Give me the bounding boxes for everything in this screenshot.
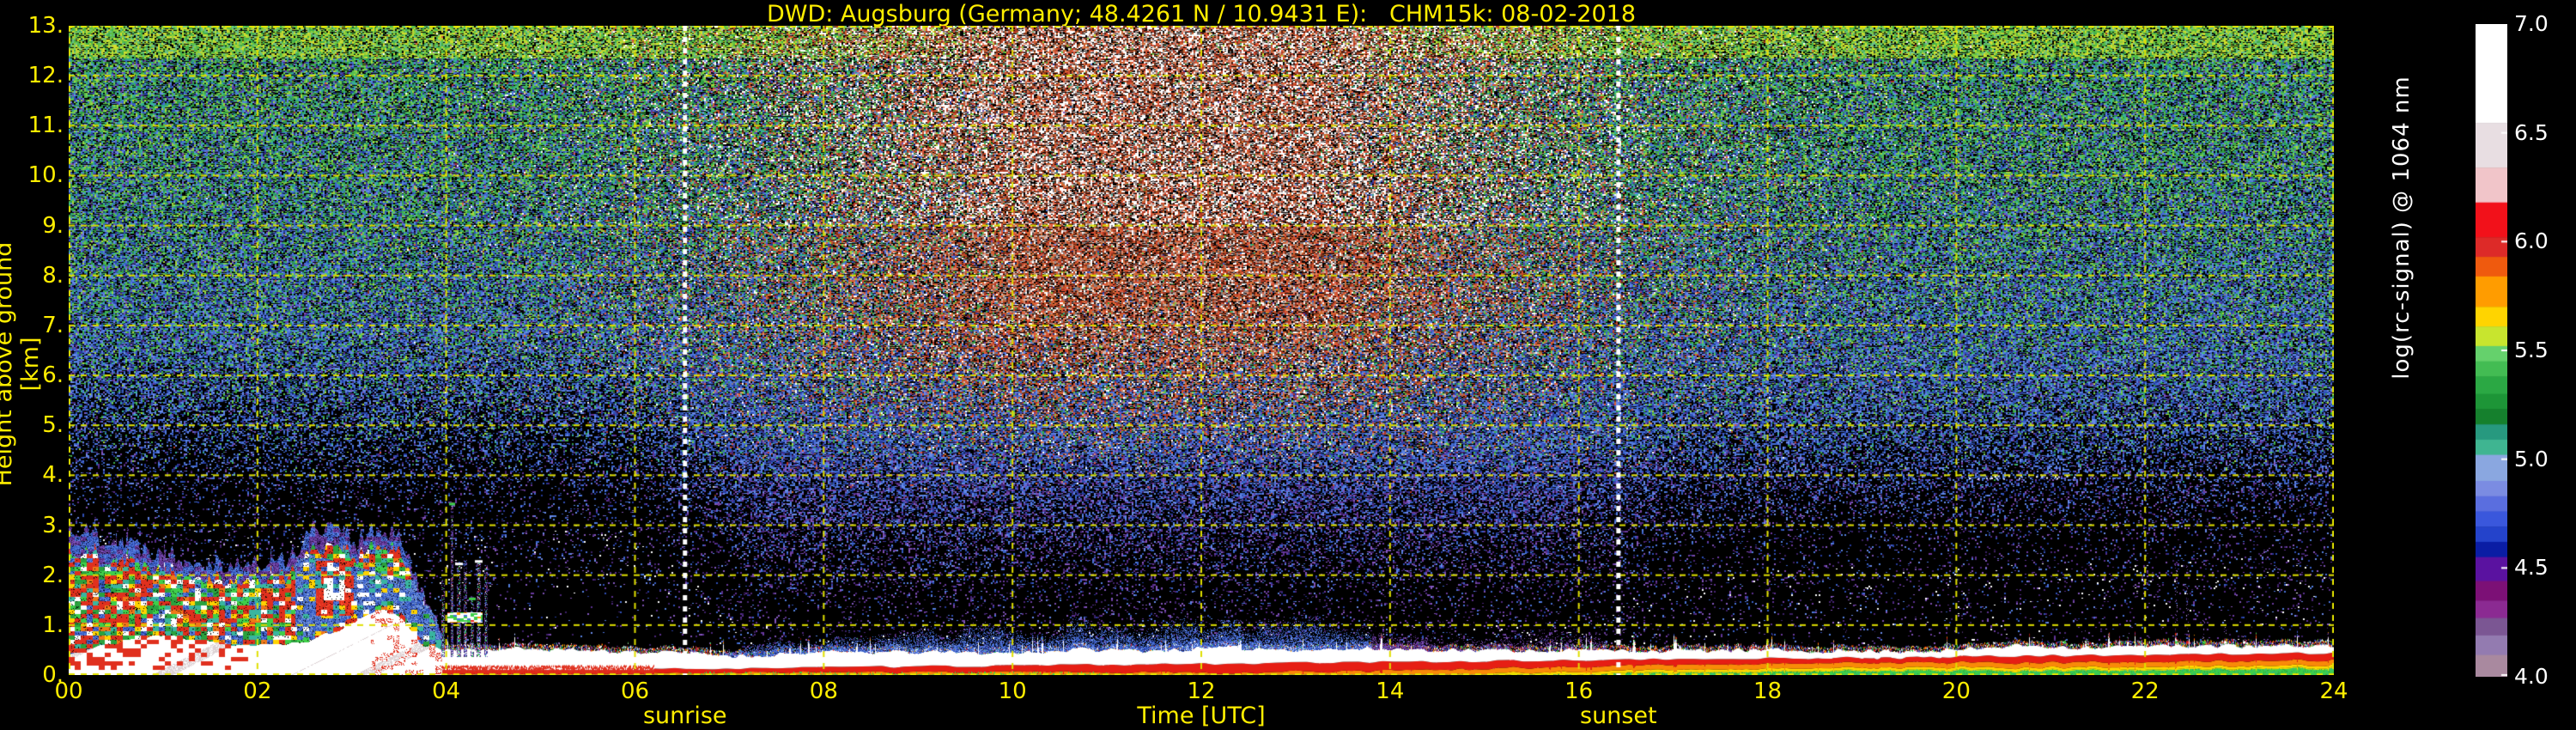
y-tick-label: 7.	[42, 312, 64, 338]
x-tick-label: 20	[1941, 678, 1971, 704]
colorbar	[2476, 24, 2507, 677]
colorbar-tick-label: 6.0	[2514, 228, 2549, 254]
colorbar-tick-label: 4.0	[2514, 664, 2549, 689]
y-tick-label: 6.	[42, 362, 64, 389]
x-tick-label: 14	[1376, 678, 1405, 704]
x-tick-label: 06	[620, 678, 650, 704]
x-tick-label: 16	[1564, 678, 1594, 704]
x-tick-label: 00	[54, 678, 83, 704]
sunrise-label: sunrise	[642, 703, 727, 729]
colorbar-tick-label: 4.5	[2514, 555, 2549, 581]
x-tick-label: 04	[432, 678, 461, 704]
x-tick-label: 10	[998, 678, 1027, 704]
colorbar-tick-label: 5.5	[2514, 338, 2549, 362]
x-tick-label: 12	[1187, 678, 1216, 704]
y-tick-label: 8.	[42, 262, 64, 289]
colorbar-tick-label: 5.0	[2514, 446, 2549, 471]
y-tick-label: 3.	[42, 512, 64, 538]
y-tick-label: 12.	[27, 63, 64, 89]
x-tick-label: 22	[2130, 678, 2160, 704]
y-tick-label: 10.	[27, 162, 64, 189]
colorbar-tick-label: 7.0	[2514, 11, 2549, 36]
x-tick-label: 08	[809, 678, 838, 704]
colorbar-tick-label: 6.5	[2514, 119, 2549, 145]
y-tick-label: 9.	[42, 212, 64, 239]
x-axis-title: Time [UTC]	[1137, 703, 1266, 729]
ceilometer-quicklook: DWD: Augsburg (Germany; 48.4261 N / 10.9…	[0, 0, 2576, 730]
y-tick-label: 11.	[27, 113, 64, 139]
y-tick-label: 4.	[42, 462, 64, 489]
colorbar-title: log(rc-signal) @ 1064 nm	[2389, 76, 2415, 380]
y-tick-label: 5.	[42, 412, 64, 439]
y-tick-label: 2.	[42, 562, 64, 588]
page-title: DWD: Augsburg (Germany; 48.4261 N / 10.9…	[766, 1, 1637, 27]
y-tick-label: 13.	[27, 13, 64, 39]
x-tick-label: 02	[243, 678, 272, 704]
heatmap-canvas[interactable]	[69, 26, 2334, 675]
sunset-label: sunset	[1580, 703, 1657, 729]
y-tick-label: 1.	[42, 611, 64, 638]
x-tick-label: 18	[1753, 678, 1783, 704]
x-tick-label: 24	[2319, 678, 2348, 704]
